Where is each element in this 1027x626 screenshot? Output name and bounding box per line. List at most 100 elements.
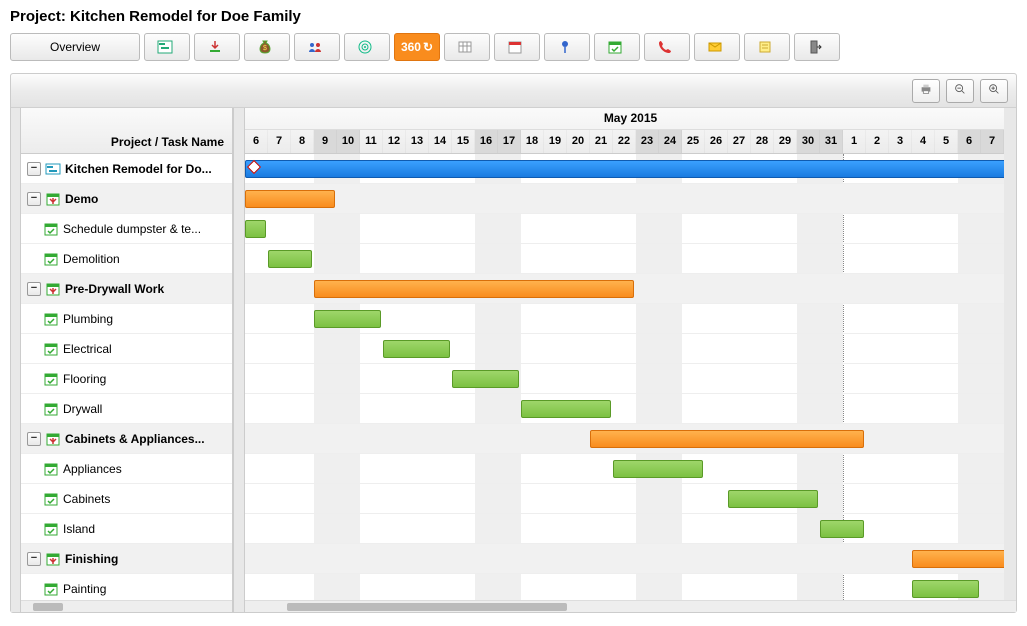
day-header-cell: 22 xyxy=(613,130,636,153)
gantt-bar[interactable] xyxy=(245,190,335,208)
phone-button[interactable] xyxy=(644,33,690,61)
task-row[interactable]: Painting xyxy=(21,574,232,600)
day-header-cell: 20 xyxy=(567,130,590,153)
gantt-bar[interactable] xyxy=(268,250,312,268)
gantt-row xyxy=(245,334,1016,364)
day-header-cell: 16 xyxy=(475,130,498,153)
task-type-icon xyxy=(45,551,61,567)
day-header-cell: 15 xyxy=(452,130,475,153)
day-header-cell: 13 xyxy=(406,130,429,153)
refresh-icon: ↻ xyxy=(423,40,433,54)
page-title: Project: Kitchen Remodel for Doe Family xyxy=(0,0,1027,33)
task-row[interactable]: Electrical xyxy=(21,334,232,364)
calendar-button[interactable] xyxy=(494,33,540,61)
team-button[interactable] xyxy=(294,33,340,61)
gantt-bar[interactable] xyxy=(912,550,1016,568)
task-row[interactable]: Appliances xyxy=(21,454,232,484)
task-row[interactable]: Demolition xyxy=(21,244,232,274)
task-row[interactable]: Drywall xyxy=(21,394,232,424)
gantt-bar[interactable] xyxy=(314,280,634,298)
day-header-cell: 11 xyxy=(360,130,383,153)
task-name-label: Appliances xyxy=(63,462,122,476)
task-name-label: Kitchen Remodel for Do... xyxy=(65,162,212,176)
tasks-button[interactable] xyxy=(194,33,240,61)
360-button[interactable]: 360 ↻ xyxy=(394,33,440,61)
task-row[interactable]: Island xyxy=(21,514,232,544)
gantt-bar[interactable] xyxy=(590,430,864,448)
svg-text:$: $ xyxy=(263,45,267,52)
gantt-bar[interactable] xyxy=(521,400,611,418)
gantt-chart-frame: Project / Task Name − Kitchen Remodel for… xyxy=(10,73,1017,613)
email-button[interactable] xyxy=(694,33,740,61)
task-name-label: Plumbing xyxy=(63,312,113,326)
check-calendar-button[interactable] xyxy=(594,33,640,61)
task-group-row[interactable]: −Pre-Drywall Work xyxy=(21,274,232,304)
schedule-button[interactable] xyxy=(444,33,490,61)
task-name-label: Schedule dumpster & te... xyxy=(63,222,201,236)
gantt-row xyxy=(245,274,1016,304)
expander-icon[interactable]: − xyxy=(27,552,41,566)
task-type-icon xyxy=(43,221,59,237)
main-toolbar: Overview $ 360 ↻ xyxy=(0,33,1027,67)
gantt-row xyxy=(245,154,1016,184)
exit-button[interactable] xyxy=(794,33,840,61)
task-group-row[interactable]: −Demo xyxy=(21,184,232,214)
target-button[interactable] xyxy=(344,33,390,61)
right-vscroll[interactable] xyxy=(1004,108,1016,600)
gantt-bar[interactable] xyxy=(820,520,864,538)
pin-button[interactable] xyxy=(544,33,590,61)
day-header-cell: 2 xyxy=(866,130,889,153)
gantt-bar[interactable] xyxy=(245,160,1016,178)
day-header-cell: 26 xyxy=(705,130,728,153)
task-group-row[interactable]: − Kitchen Remodel for Do... xyxy=(21,154,232,184)
task-list-header: Project / Task Name xyxy=(21,108,232,154)
print-button[interactable] xyxy=(912,79,940,103)
zoom-out-button[interactable] xyxy=(946,79,974,103)
day-header-cell: 30 xyxy=(797,130,820,153)
notes-button[interactable] xyxy=(744,33,790,61)
left-hscroll[interactable] xyxy=(21,600,232,612)
gantt-body[interactable] xyxy=(245,154,1016,604)
note-icon xyxy=(757,39,773,55)
task-row[interactable]: Plumbing xyxy=(21,304,232,334)
task-type-icon xyxy=(43,521,59,537)
day-header-cell: 12 xyxy=(383,130,406,153)
expander-icon[interactable]: − xyxy=(27,192,41,206)
day-header-cell: 31 xyxy=(820,130,843,153)
gantt-bar[interactable] xyxy=(452,370,519,388)
task-type-icon xyxy=(43,401,59,417)
right-hscroll[interactable] xyxy=(245,600,1016,612)
gantt-bar[interactable] xyxy=(245,220,266,238)
expander-icon[interactable]: − xyxy=(27,282,41,296)
task-type-icon xyxy=(43,371,59,387)
expander-icon[interactable]: − xyxy=(27,162,41,176)
budget-button[interactable]: $ xyxy=(244,33,290,61)
task-group-row[interactable]: −Finishing xyxy=(21,544,232,574)
zoom-in-button[interactable] xyxy=(980,79,1008,103)
gantt-bar[interactable] xyxy=(314,310,381,328)
expander-icon[interactable]: − xyxy=(27,432,41,446)
gantt-row xyxy=(245,184,1016,214)
day-header-cell: 8 xyxy=(291,130,314,153)
day-header-cell: 28 xyxy=(751,130,774,153)
splitter[interactable] xyxy=(233,108,245,612)
timeline-pane: May 2015 6789101112131415161718192021222… xyxy=(245,108,1016,612)
task-row[interactable]: Schedule dumpster & te... xyxy=(21,214,232,244)
task-name-label: Flooring xyxy=(63,372,106,386)
day-header-cell: 19 xyxy=(544,130,567,153)
gantt-bar[interactable] xyxy=(728,490,818,508)
task-row[interactable]: Cabinets xyxy=(21,484,232,514)
task-group-row[interactable]: −Cabinets & Appliances... xyxy=(21,424,232,454)
gantt-bar[interactable] xyxy=(912,580,979,598)
day-header-cell: 1 xyxy=(843,130,866,153)
overview-button[interactable]: Overview xyxy=(10,33,140,61)
money-bag-icon: $ xyxy=(257,39,273,55)
mail-icon xyxy=(707,39,723,55)
task-row[interactable]: Flooring xyxy=(21,364,232,394)
gantt-bar[interactable] xyxy=(383,340,450,358)
task-type-icon xyxy=(45,281,61,297)
gantt-view-button[interactable] xyxy=(144,33,190,61)
gantt-bar[interactable] xyxy=(613,460,703,478)
gantt-row xyxy=(245,544,1016,574)
phone-icon xyxy=(657,39,673,55)
